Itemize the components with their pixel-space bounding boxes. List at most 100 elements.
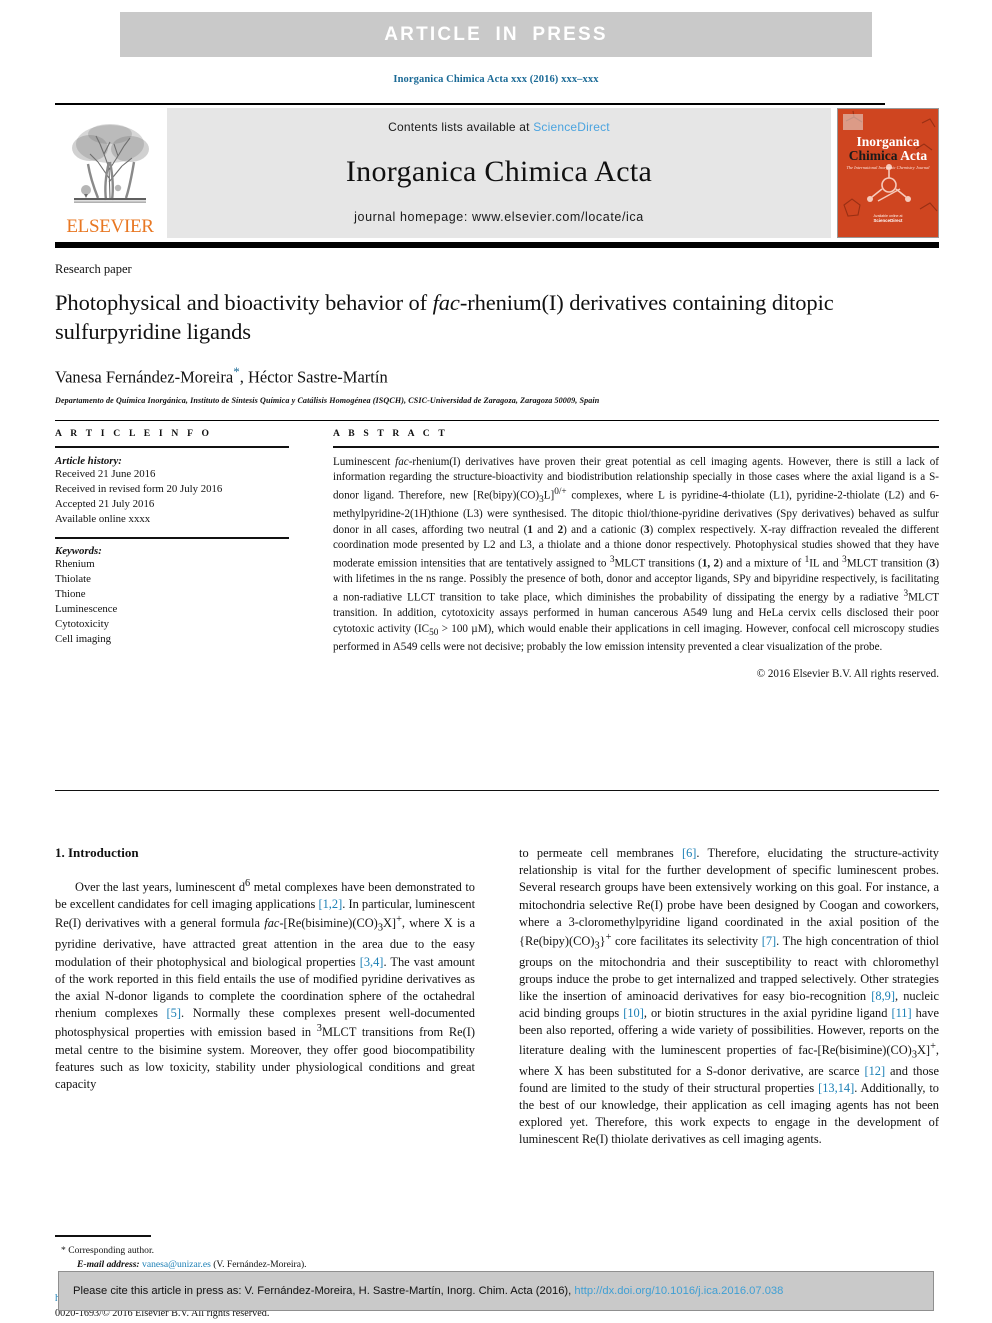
cite-doi-link[interactable]: http://dx.doi.org/10.1016/j.ica.2016.07.…: [574, 1285, 783, 1297]
cite-prefix: Please cite this article in press as: V.…: [73, 1285, 575, 1297]
abstract-seg: ) and a cationic (: [563, 523, 644, 536]
citation-link[interactable]: [10]: [623, 1006, 644, 1020]
keyword-item: Luminescence: [55, 602, 118, 615]
journal-cover-art: Inorganica Chimica Acta The Internationa…: [838, 109, 938, 237]
email-label: E-mail address:: [77, 1258, 140, 1270]
footnote-rule: [55, 1235, 151, 1237]
elsevier-wordmark: ELSEVIER: [66, 216, 154, 238]
history-received: Received 21 June 2016: [55, 467, 156, 480]
left-column: 1. Introduction Over the last years, lum…: [55, 845, 475, 1322]
para-seg: Over the last years, luminescent d: [75, 880, 246, 895]
journal-homepage-link[interactable]: journal homepage: www.elsevier.com/locat…: [354, 210, 644, 224]
keyword-item: Cytotoxicity: [55, 618, 109, 631]
info-section-top-rule: [55, 420, 939, 421]
citation-link[interactable]: [5]: [167, 1006, 181, 1020]
citation-link[interactable]: [6]: [682, 846, 696, 860]
para-seg: core facilitates its selectivity: [611, 933, 762, 948]
citation-link[interactable]: [12]: [864, 1064, 885, 1078]
masthead: ELSEVIER Contents lists available at Sci…: [55, 108, 939, 239]
para-seg: , or biotin structures in the axial pyri…: [643, 1006, 892, 1021]
abstract-bottom-rule: [55, 790, 939, 792]
history-revised: Received in revised form 20 July 2016: [55, 482, 223, 495]
masthead-container: ELSEVIER Contents lists available at Sci…: [55, 103, 939, 249]
section-heading-introduction: 1. Introduction: [55, 845, 139, 860]
elsevier-logo: ELSEVIER: [55, 108, 165, 238]
masthead-center: Contents lists available at ScienceDirec…: [167, 108, 831, 239]
citation-link[interactable]: [7]: [762, 934, 776, 948]
article-in-press-label: ARTICLE IN PRESS: [384, 23, 608, 45]
para-seg: . Therefore, elucidating the structure-a…: [519, 846, 939, 948]
abstract-bold: 1, 2: [701, 557, 720, 570]
keywords-rule: [55, 537, 289, 539]
right-column: to permeate cell membranes [6]. Therefor…: [519, 845, 939, 1322]
author-secondary: , Héctor Sastre-Martín: [239, 367, 388, 387]
cover-title-acta: Acta: [900, 148, 928, 164]
abstract-seg: IL and: [809, 557, 843, 570]
abstract-seg: Luminescent: [333, 455, 396, 468]
citation-link[interactable]: [11]: [891, 1006, 911, 1020]
para-seg: X]: [916, 1042, 931, 1057]
abstract-seg: MLCT transition (: [846, 557, 930, 570]
info-abstract-row: A R T I C L E I N F O Article history: R…: [55, 428, 939, 680]
abstract-rule: [333, 446, 939, 448]
keywords-label: Keywords:: [55, 544, 102, 557]
article-info-column: A R T I C L E I N F O Article history: R…: [55, 428, 307, 680]
article-info-heading: A R T I C L E I N F O: [55, 428, 213, 439]
cite-text: Please cite this article in press as: V.…: [73, 1285, 783, 1297]
author-list: Vanesa Fernández-Moreira*, Héctor Sastre…: [55, 364, 939, 388]
para-seg: X]: [382, 916, 397, 931]
sciencedirect-link[interactable]: ScienceDirect: [533, 120, 610, 134]
cover-footer-bold: ScienceDirect: [873, 218, 903, 224]
keyword-item: Cell imaging: [55, 633, 112, 646]
email-owner: (V. Fernández-Moreira).: [213, 1258, 307, 1270]
body-columns: 1. Introduction Over the last years, lum…: [55, 845, 939, 1322]
masthead-top-rule: [55, 103, 885, 106]
author-primary: Vanesa Fernández-Moreira: [55, 367, 234, 387]
article-in-press-banner: ARTICLE IN PRESS: [120, 12, 872, 57]
citation-link[interactable]: [8,9]: [871, 989, 895, 1003]
abstract-heading: A B S T R A C T: [333, 428, 448, 439]
abstract-seg: L]: [543, 489, 555, 502]
intro-paragraph-right: to permeate cell membranes [6]. Therefor…: [519, 845, 939, 1148]
para-italic-fac: fac: [264, 916, 280, 931]
journal-cover-thumbnail: Inorganica Chimica Acta The Internationa…: [837, 108, 939, 239]
intro-paragraph-left: Over the last years, luminescent d6 meta…: [55, 877, 475, 1093]
cite-this-article-bar: Please cite this article in press as: V.…: [58, 1271, 934, 1311]
abstract-italic-fac: fac: [395, 455, 409, 468]
article-info-rule: [55, 446, 289, 448]
page-title: Photophysical and bioactivity behavior o…: [55, 289, 855, 347]
citation-link[interactable]: [13,14]: [818, 1081, 854, 1095]
cover-footer: Available online at ScienceDirect: [838, 214, 938, 223]
footnote-star: *: [61, 1244, 66, 1256]
email-link[interactable]: vanesa@unizar.es: [142, 1259, 211, 1270]
footnote-text: Corresponding author.: [68, 1244, 155, 1256]
cover-title-chimica: Chimica: [848, 148, 898, 164]
keywords-block: Keywords: Rhenium Thiolate Thione Lumine…: [55, 537, 289, 647]
cover-subtitle: The International Inorganic Chemistry Jo…: [846, 165, 930, 171]
abstract-seg: MLCT transitions (: [614, 557, 702, 570]
para-seg: -[Re(bisimine)(CO): [279, 916, 378, 931]
paper-type-label: Research paper: [55, 262, 132, 276]
journal-title: Inorganica Chimica Acta: [345, 155, 653, 189]
title-block: Research paper Photophysical and bioacti…: [55, 262, 939, 405]
history-accepted: Accepted 21 July 2016: [55, 497, 155, 510]
cover-title-line2: Chimica Acta: [838, 149, 938, 163]
affiliation: Departamento de Química Inorgánica, Inst…: [55, 396, 600, 406]
masthead-bottom-rule: [55, 242, 939, 249]
para-seg: to permeate cell membranes: [519, 846, 682, 860]
contents-available-line: Contents lists available at ScienceDirec…: [388, 120, 610, 134]
keyword-item: Thione: [55, 587, 86, 600]
abstract-text: Luminescent fac-rhenium(I) derivatives h…: [333, 455, 939, 657]
history-online: Available online xxxx: [55, 512, 151, 525]
abstract-column: A B S T R A C T Luminescent fac-rhenium(…: [307, 428, 939, 680]
cover-title-line1: Inorganica: [856, 134, 920, 150]
abstract-sup: 0/+: [554, 486, 567, 497]
elsevier-tree-icon: [72, 124, 149, 203]
keyword-item: Rhenium: [55, 557, 95, 570]
citation-link[interactable]: [3,4]: [360, 955, 384, 969]
keyword-item: Thiolate: [55, 572, 91, 585]
title-segment-1: Photophysical and bioactivity behavior o…: [55, 290, 433, 315]
citation-link[interactable]: [1,2]: [318, 897, 342, 911]
article-history-label: Article history:: [55, 454, 122, 467]
abstract-seg: ) and a mixture of: [719, 557, 805, 570]
